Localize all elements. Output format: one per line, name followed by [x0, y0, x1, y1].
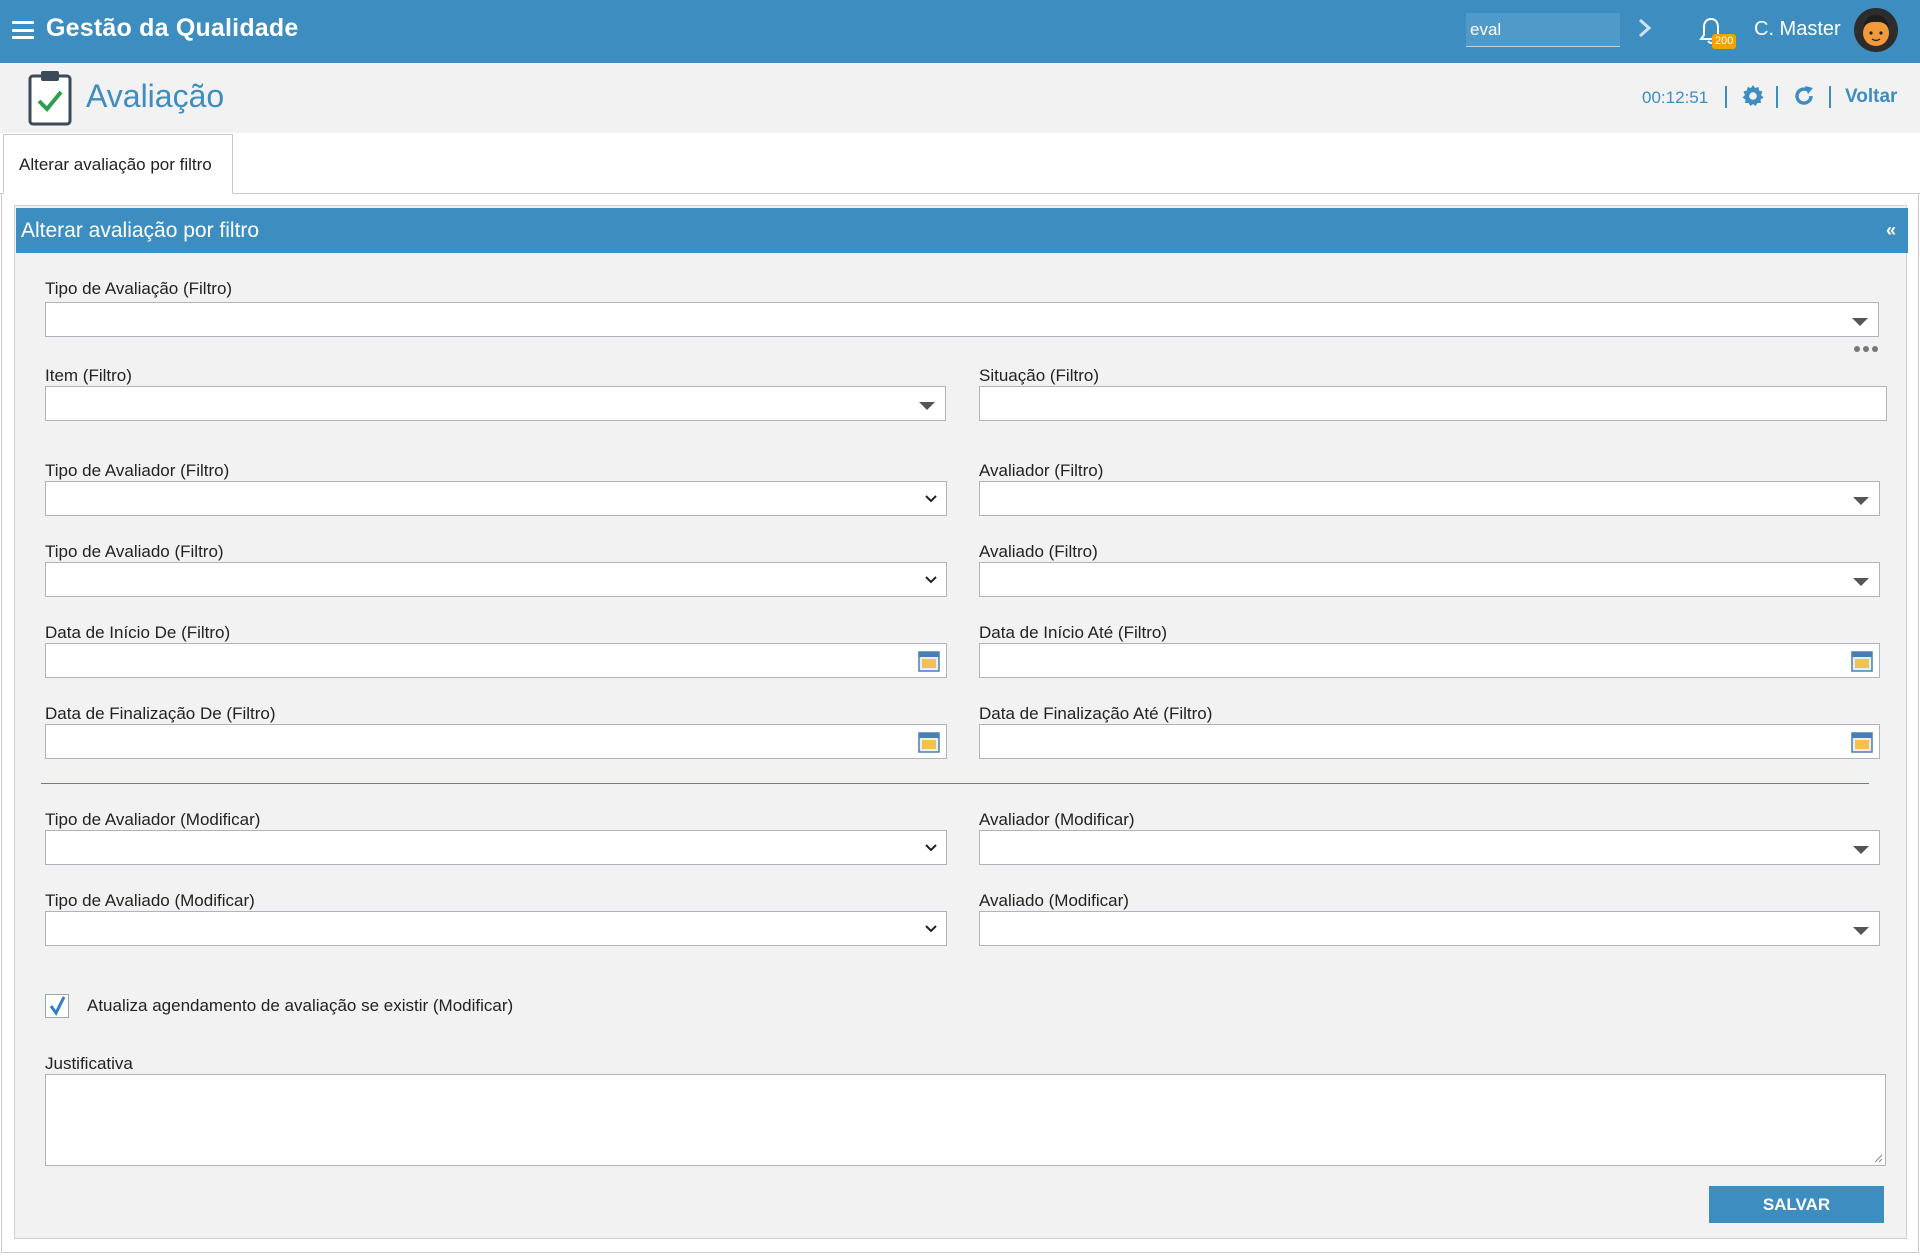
data-inicio-de-input[interactable]: [45, 643, 947, 678]
chevron-down-icon: [925, 925, 937, 933]
avatar[interactable]: [1854, 8, 1898, 52]
avaliado-filtro-label: Avaliado (Filtro): [979, 542, 1098, 561]
gear-icon[interactable]: [1741, 84, 1765, 108]
separator: [1776, 86, 1778, 108]
user-name[interactable]: C. Master: [1754, 18, 1841, 41]
session-timer: 00:12:51: [1642, 88, 1709, 107]
chevron-right-icon[interactable]: [1635, 14, 1655, 42]
tipo-avaliado-mod-select[interactable]: [45, 911, 947, 946]
tipo-avaliador-mod-label: Tipo de Avaliador (Modificar): [45, 810, 261, 829]
checkmark-icon: [49, 996, 66, 1016]
calendar-icon[interactable]: [918, 731, 940, 753]
data-final-ate-input[interactable]: [979, 724, 1880, 759]
tipo-avaliado-filtro-select[interactable]: [45, 562, 947, 597]
tab-alterar-avaliacao[interactable]: Alterar avaliação por filtro: [3, 134, 233, 194]
tipo-avaliador-filtro-label: Tipo de Avaliador (Filtro): [45, 461, 230, 480]
atualiza-agendamento-checkbox[interactable]: [45, 994, 69, 1018]
tipo-avaliador-mod-select[interactable]: [45, 830, 947, 865]
situacao-filtro-input[interactable]: [979, 386, 1887, 421]
clipboard-check-icon: [28, 71, 72, 126]
avaliado-filtro-select[interactable]: [979, 562, 1880, 597]
chevron-down-icon: [925, 576, 937, 584]
tipo-avaliacao-filtro-select[interactable]: [45, 302, 1879, 337]
chevron-down-icon: [925, 495, 937, 503]
avaliador-filtro-label: Avaliador (Filtro): [979, 461, 1104, 480]
dropdown-icon: [1852, 318, 1868, 326]
data-final-de-input[interactable]: [45, 724, 947, 759]
chevron-down-icon: [925, 844, 937, 852]
dropdown-icon: [919, 402, 935, 410]
avaliador-filtro-select[interactable]: [979, 481, 1880, 516]
section-divider: [41, 783, 1869, 784]
dropdown-icon: [1853, 846, 1869, 854]
justificativa-textarea[interactable]: [45, 1074, 1886, 1166]
dropdown-icon: [1853, 578, 1869, 586]
avaliador-mod-select[interactable]: [979, 830, 1880, 865]
resize-grip-icon[interactable]: [1873, 1153, 1883, 1163]
page-title: Avaliação: [86, 78, 225, 114]
item-filtro-label: Item (Filtro): [45, 366, 132, 385]
calendar-icon[interactable]: [1851, 731, 1873, 753]
notification-badge: 200: [1712, 34, 1737, 49]
situacao-filtro-label: Situação (Filtro): [979, 366, 1099, 385]
data-final-de-label: Data de Finalização De (Filtro): [45, 704, 276, 723]
tipo-avaliado-mod-label: Tipo de Avaliado (Modificar): [45, 891, 255, 910]
separator: [1725, 86, 1727, 108]
more-icon[interactable]: [1853, 345, 1879, 353]
avaliador-mod-label: Avaliador (Modificar): [979, 810, 1135, 829]
data-inicio-ate-label: Data de Início Até (Filtro): [979, 623, 1168, 642]
back-link[interactable]: Voltar: [1845, 86, 1897, 108]
avaliado-mod-label: Avaliado (Modificar): [979, 891, 1129, 910]
data-inicio-de-label: Data de Início De (Filtro): [45, 623, 231, 642]
search-input[interactable]: [1466, 13, 1620, 47]
avaliado-mod-select[interactable]: [979, 911, 1880, 946]
calendar-icon[interactable]: [1851, 650, 1873, 672]
refresh-icon[interactable]: [1792, 84, 1816, 108]
justificativa-label: Justificativa: [45, 1054, 133, 1073]
tipo-avaliado-filtro-label: Tipo de Avaliado (Filtro): [45, 542, 224, 561]
panel-title: Alterar avaliação por filtro: [16, 208, 1908, 253]
tipo-avaliacao-filtro-label: Tipo de Avaliação (Filtro): [45, 279, 233, 298]
dropdown-icon: [1853, 927, 1869, 935]
atualiza-agendamento-label: Atualiza agendamento de avaliação se exi…: [87, 996, 514, 1015]
menu-icon[interactable]: [12, 21, 34, 39]
collapse-icon[interactable]: «: [1886, 220, 1896, 241]
save-button[interactable]: SALVAR: [1709, 1186, 1884, 1223]
separator: [1829, 86, 1831, 108]
dropdown-icon: [1853, 497, 1869, 505]
app-title: Gestão da Qualidade: [46, 14, 299, 42]
data-final-ate-label: Data de Finalização Até (Filtro): [979, 704, 1213, 723]
calendar-icon[interactable]: [918, 650, 940, 672]
data-inicio-ate-input[interactable]: [979, 643, 1880, 678]
item-filtro-select[interactable]: [45, 386, 946, 421]
page-header: [0, 63, 1920, 133]
tipo-avaliador-filtro-select[interactable]: [45, 481, 947, 516]
